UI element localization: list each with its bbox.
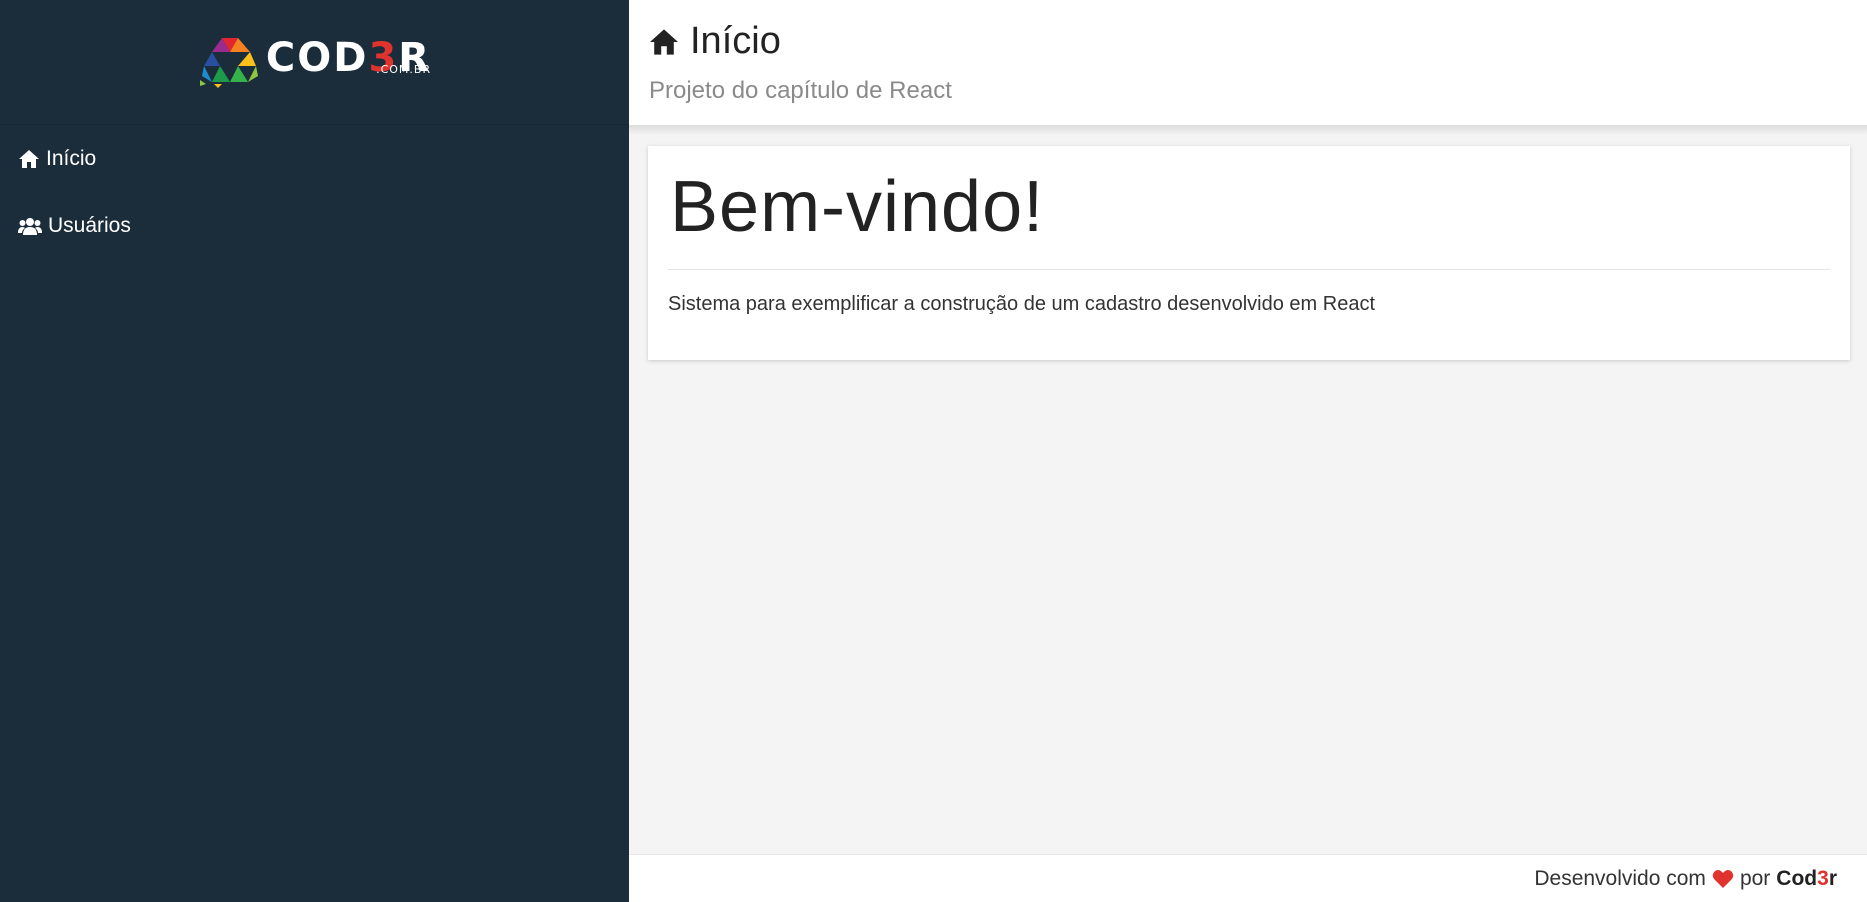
footer-middle: por — [1739, 866, 1771, 890]
sidebar-item-label: Usuários — [48, 213, 131, 237]
footer: Desenvolvido com por Cod3r — [629, 854, 1867, 902]
page-subtitle: Projeto do capítulo de React — [649, 77, 952, 104]
welcome-text: Sistema para exemplificar a construção d… — [668, 293, 1376, 315]
welcome-card: Bem-vindo! Sistema para exemplificar a c… — [648, 146, 1850, 360]
home-icon — [19, 149, 39, 168]
page-title-text: Início — [690, 20, 781, 62]
sidebar: COD3R .COM.BR Início Usuários — [0, 0, 629, 902]
page-title: Início — [648, 20, 781, 63]
content-header: Início Projeto do capítulo de React — [629, 0, 1867, 125]
sidebar-nav: Início Usuários — [0, 125, 629, 259]
header-shadow — [629, 125, 1867, 135]
users-icon — [18, 217, 42, 235]
footer-prefix: Desenvolvido com — [1534, 866, 1706, 890]
footer-brand-link[interactable]: Cod3r — [1776, 867, 1837, 891]
heart-icon — [1712, 869, 1734, 889]
footer-brand-end: r — [1828, 866, 1837, 890]
logo-wordmark: COD3R .COM.BR — [266, 38, 431, 86]
home-icon — [650, 28, 678, 55]
sidebar-item-inicio[interactable]: Início — [0, 125, 629, 192]
logo-area: COD3R .COM.BR — [0, 0, 629, 125]
footer-brand-accent: 3 — [1817, 866, 1829, 890]
divider — [668, 269, 1830, 270]
cod3r-logo[interactable]: COD3R .COM.BR — [198, 36, 431, 88]
sidebar-item-usuarios[interactable]: Usuários — [0, 192, 629, 259]
logo-subtext: .COM.BR — [376, 63, 432, 76]
footer-brand-main: Cod — [1776, 866, 1818, 890]
cube-logo-icon — [199, 38, 258, 88]
welcome-heading: Bem-vindo! — [670, 167, 1045, 247]
logo-text-main: COD — [265, 35, 369, 81]
sidebar-item-label: Início — [46, 146, 97, 170]
